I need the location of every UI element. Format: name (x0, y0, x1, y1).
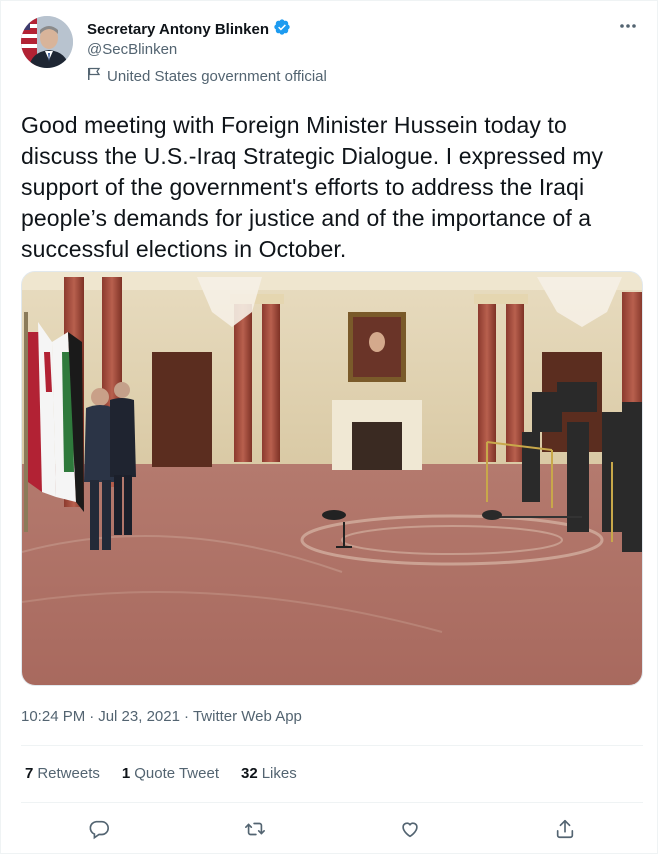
retweet-icon[interactable] (243, 817, 267, 841)
retweets-label: Retweets (37, 765, 100, 782)
author-name-row: Secretary Antony Blinken (87, 18, 291, 41)
tweet-source[interactable]: Twitter Web App (193, 708, 302, 725)
government-label-text: United States government official (107, 67, 327, 85)
share-icon[interactable] (553, 817, 577, 841)
more-icon[interactable] (617, 15, 639, 37)
tweet-card: Secretary Antony Blinken @SecBlinken Uni… (0, 0, 658, 854)
handle[interactable]: @SecBlinken (87, 41, 177, 58)
tweet-date[interactable]: Jul 23, 2021 (98, 708, 180, 725)
meta-separator: · (183, 708, 189, 725)
tweet-meta: 10:24 PM · Jul 23, 2021 · Twitter Web Ap… (21, 708, 302, 725)
display-name[interactable]: Secretary Antony Blinken (87, 21, 269, 38)
heart-icon[interactable] (398, 817, 422, 841)
government-flag-icon (87, 67, 101, 85)
government-label[interactable]: United States government official (87, 67, 327, 85)
divider (21, 802, 643, 803)
tweet-stats: 7 Retweets 1 Quote Tweet 32 Likes (25, 765, 297, 782)
quotes-label: Quote Tweet (134, 765, 219, 782)
likes-label: Likes (261, 765, 297, 782)
likes-stat[interactable]: 32 Likes (241, 765, 297, 782)
quotes-count: 1 (121, 765, 131, 782)
action-bar (21, 809, 643, 849)
retweets-stat[interactable]: 7 Retweets (25, 765, 100, 782)
divider (21, 745, 643, 746)
likes-count: 32 (241, 765, 258, 782)
verified-badge-icon (273, 18, 291, 41)
tweet-text: Good meeting with Foreign Minister Husse… (21, 112, 604, 262)
retweets-count: 7 (25, 765, 34, 782)
avatar[interactable] (21, 16, 73, 68)
quotes-stat[interactable]: 1 Quote Tweet (122, 765, 219, 782)
tweet-time[interactable]: 10:24 PM (21, 708, 85, 725)
meta-separator: · (89, 708, 95, 725)
reply-icon[interactable] (87, 817, 111, 841)
tweet-photo[interactable] (21, 271, 643, 686)
